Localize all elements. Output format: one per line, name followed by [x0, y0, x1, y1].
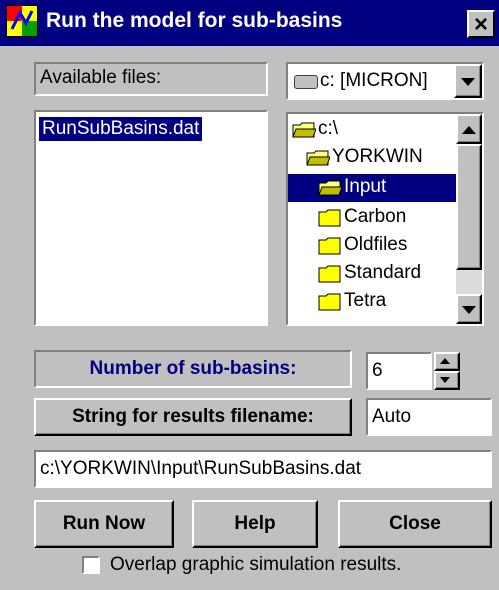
folder-icon — [318, 209, 341, 227]
arrow-up-icon — [440, 358, 450, 364]
drive-dropdown-button[interactable] — [454, 64, 482, 98]
drive-icon — [294, 75, 318, 89]
file-list-item[interactable]: RunSubBasins.dat — [39, 117, 203, 141]
results-string-input[interactable]: Auto — [366, 398, 492, 436]
drive-value: c: [MICRON] — [320, 70, 428, 91]
overlap-checkbox[interactable] — [82, 556, 100, 574]
available-files-label: Available files: — [34, 62, 268, 96]
sub-basins-label: Number of sub-basins: — [34, 350, 352, 388]
path-value: c:\YORKWIN\Input\RunSubBasins.dat — [40, 458, 362, 479]
directory-scrollbar[interactable] — [456, 114, 482, 324]
help-button[interactable]: Help — [192, 500, 318, 548]
open-folder-icon — [306, 150, 330, 166]
dir-label: Carbon — [344, 206, 407, 227]
window-title: Run the model for sub-basins — [46, 9, 343, 32]
scroll-up-button[interactable] — [456, 114, 482, 144]
chevron-down-icon — [461, 78, 475, 86]
folder-icon — [318, 293, 341, 311]
arrow-up-icon — [462, 126, 476, 134]
overlap-label: Overlap graphic simulation results. — [110, 554, 402, 575]
directory-list[interactable]: c:\ YORKWIN Input Carbon Oldfiles Standa… — [286, 112, 484, 326]
scroll-down-button[interactable] — [456, 294, 482, 324]
scroll-thumb[interactable] — [456, 144, 482, 270]
dir-label: c:\ — [318, 118, 339, 139]
path-field[interactable]: c:\YORKWIN\Input\RunSubBasins.dat — [34, 450, 492, 488]
drive-select[interactable]: c: [MICRON] — [286, 62, 484, 100]
arrow-down-icon — [462, 306, 476, 314]
close-button[interactable]: Close — [338, 500, 492, 548]
title-bar[interactable]: Run the model for sub-basins × — [0, 0, 499, 46]
stepper-up-button[interactable] — [434, 352, 460, 371]
open-folder-icon — [292, 122, 316, 138]
sub-basins-input[interactable]: 6 — [366, 352, 432, 390]
stepper-down-button[interactable] — [434, 371, 460, 390]
app-icon — [6, 5, 38, 37]
results-string-label: String for results filename: — [34, 398, 352, 436]
results-string-value: Auto — [372, 406, 412, 427]
folder-icon — [318, 265, 341, 283]
dir-label: Standard — [344, 262, 422, 283]
open-folder-icon — [318, 180, 342, 196]
sub-basins-value: 6 — [372, 360, 383, 381]
dir-label: Oldfiles — [344, 234, 408, 255]
arrow-down-icon — [440, 377, 450, 383]
file-list[interactable]: RunSubBasins.dat — [34, 110, 268, 326]
run-now-button[interactable]: Run Now — [34, 500, 174, 548]
close-window-button[interactable]: × — [467, 10, 495, 38]
close-icon: × — [473, 11, 488, 38]
folder-icon — [318, 237, 341, 255]
dir-label: YORKWIN — [332, 146, 423, 167]
sub-basins-stepper[interactable] — [434, 352, 460, 390]
dir-item-input[interactable]: Input — [288, 174, 458, 202]
dir-label: Input — [344, 176, 387, 197]
dialog-window: Run the model for sub-basins × Available… — [0, 0, 499, 590]
dir-label: Tetra — [344, 290, 387, 311]
